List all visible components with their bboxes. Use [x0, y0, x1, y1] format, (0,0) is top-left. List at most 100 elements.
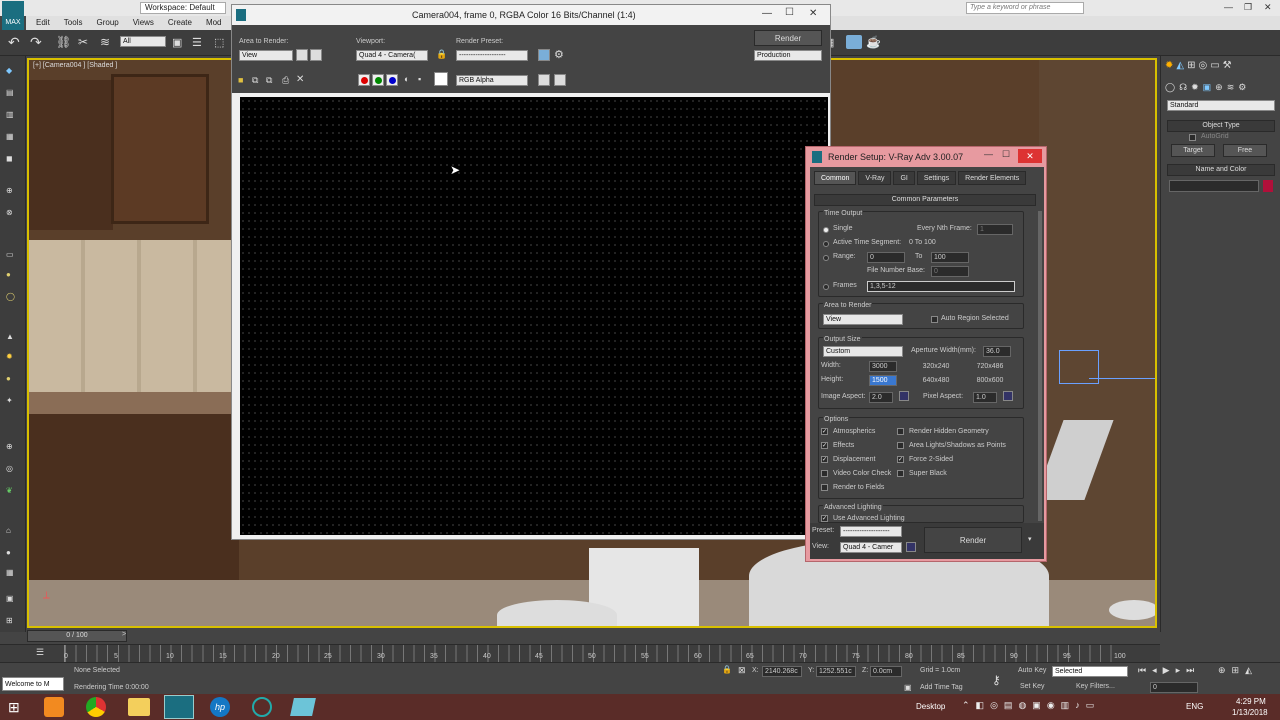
lights-icon[interactable]: ✹ — [1191, 82, 1199, 93]
minimize-icon[interactable]: — — [984, 149, 993, 159]
preset-720x486-button[interactable]: 720x486 — [965, 361, 1015, 372]
force-2-sided-checkbox[interactable]: ✓ — [897, 456, 904, 463]
goto-start-icon[interactable]: ⏮ — [1138, 665, 1146, 676]
zoom-all-icon[interactable]: ⊞ — [1232, 665, 1240, 676]
effects-checkbox[interactable]: ✓ — [821, 442, 828, 449]
hp-icon[interactable]: hp — [210, 697, 230, 717]
clock-date[interactable]: 1/13/2018 — [1232, 708, 1268, 717]
select-object-icon[interactable]: ▣ — [172, 36, 182, 49]
object-category-select[interactable]: Standard — [1167, 100, 1275, 111]
viewport-select[interactable]: Quad 4 - Camera( — [356, 50, 428, 61]
maximize-icon[interactable]: ☐ — [1002, 149, 1010, 160]
windows-start-icon[interactable]: ⊞ — [8, 699, 20, 716]
menu-views[interactable]: Views — [133, 16, 154, 30]
toggle-overlay-icon[interactable] — [554, 74, 566, 86]
common-params-rollout[interactable]: Common Parameters — [814, 194, 1036, 206]
modify-tab-icon[interactable]: ◭ — [1176, 60, 1184, 71]
tool-icon-5[interactable]: ◼ — [6, 154, 13, 163]
tab-render-elements[interactable]: Render Elements — [958, 171, 1027, 185]
tool-icon-9[interactable]: ✦ — [6, 396, 13, 405]
scrollbar[interactable] — [1038, 211, 1042, 521]
redo-icon[interactable]: ↷ — [30, 34, 42, 51]
lock-icon[interactable]: 🔒 — [436, 49, 447, 60]
volume-icon[interactable]: ♪ — [1075, 700, 1080, 711]
tray-icon[interactable]: ▣ — [1032, 700, 1041, 711]
play-icon[interactable]: ▶ — [1163, 665, 1170, 676]
displacement-checkbox[interactable]: ✓ — [821, 456, 828, 463]
atmospherics-checkbox[interactable]: ✓ — [821, 428, 828, 435]
lock-selection-icon[interactable]: 🔒 — [722, 665, 732, 674]
light-icon[interactable]: ✹ — [6, 352, 13, 361]
auto-region-icon[interactable] — [310, 49, 322, 61]
image-aspect-input[interactable]: 2.0 — [869, 392, 893, 403]
use-advanced-lighting-checkbox[interactable]: ✓ — [821, 515, 828, 522]
current-frame-input[interactable]: 0 — [1150, 682, 1198, 693]
close-button[interactable]: ✕ — [1018, 149, 1042, 163]
workspace-selector[interactable]: Workspace: Default — [140, 2, 226, 14]
tool-icon-4[interactable]: ▦ — [6, 132, 14, 141]
unlink-icon[interactable]: ✂ — [78, 35, 88, 49]
prev-frame-icon[interactable]: ◂ — [1152, 665, 1157, 676]
z-coordinate[interactable]: 0.0cm — [870, 666, 902, 677]
range-to-input[interactable]: 100 — [931, 252, 969, 263]
render-button[interactable]: Render — [924, 527, 1022, 553]
minimize-icon[interactable]: — — [762, 8, 772, 19]
toggle-ui-icon[interactable] — [538, 74, 550, 86]
tool-icon-6[interactable]: ⊕ — [6, 186, 13, 195]
tool-icon-14[interactable]: ● — [6, 548, 11, 557]
battery-icon[interactable]: ▭ — [1086, 700, 1095, 711]
tool-icon-2[interactable]: ▤ — [6, 88, 14, 97]
tool-icon-11[interactable]: ◎ — [6, 464, 13, 473]
print-icon[interactable]: ⎙ — [282, 75, 289, 86]
time-tag-icon[interactable]: ▣ — [904, 683, 912, 692]
every-nth-input[interactable]: 1 — [977, 224, 1013, 235]
tool-icon-16[interactable]: ▣ — [6, 594, 14, 603]
alpha-channel-icon[interactable]: ◐ — [404, 74, 409, 84]
track-bar-menu-icon[interactable]: ☰ — [36, 647, 44, 658]
tray-icon[interactable]: ◉ — [1047, 700, 1055, 711]
close-icon[interactable]: ✕ — [809, 8, 817, 19]
tool-icon-17[interactable]: ⊞ — [6, 616, 13, 625]
range-from-input[interactable]: 0 — [867, 252, 905, 263]
absolute-mode-icon[interactable]: ⊠ — [738, 665, 746, 676]
bind-icon[interactable]: ≋ — [100, 35, 110, 49]
save-image-icon[interactable]: ■ — [238, 75, 243, 85]
key-icon[interactable]: ⚷ — [992, 673, 1001, 687]
cone-icon[interactable]: ▲ — [6, 332, 14, 341]
render-fields-checkbox[interactable] — [821, 484, 828, 491]
height-input[interactable]: 1500 — [869, 375, 897, 386]
tab-gi[interactable]: GI — [893, 171, 915, 185]
select-by-name-icon[interactable]: ☰ — [192, 36, 202, 49]
y-coordinate[interactable]: 1252.551c — [816, 666, 856, 677]
tool-icon-13[interactable]: ⌂ — [6, 526, 11, 535]
close-icon[interactable]: ✕ — [1264, 2, 1272, 13]
super-black-checkbox[interactable] — [897, 470, 904, 477]
area-to-render-select[interactable]: View — [823, 314, 903, 325]
render-options-chevron-icon[interactable]: ▾ — [1028, 535, 1032, 543]
tab-vray[interactable]: V-Ray — [858, 171, 892, 185]
taskbar-app-1[interactable] — [44, 697, 64, 717]
object-name-input[interactable] — [1169, 180, 1259, 192]
menu-group[interactable]: Group — [96, 16, 118, 30]
goto-end-icon[interactable]: ⏭ — [1186, 665, 1194, 676]
undo-icon[interactable]: ↶ — [8, 34, 20, 51]
render-hidden-checkbox[interactable] — [897, 428, 904, 435]
preset-800x600-button[interactable]: 800x600 — [965, 375, 1015, 386]
area-lights-checkbox[interactable] — [897, 442, 904, 449]
tool-icon-7[interactable]: ⊗ — [6, 208, 13, 217]
hierarchy-tab-icon[interactable]: ⊞ — [1187, 60, 1195, 71]
zoom-icon[interactable]: ⊕ — [1218, 665, 1226, 676]
object-color-swatch[interactable] — [1263, 180, 1273, 192]
cameras-icon[interactable]: ▣ — [1203, 82, 1212, 93]
display-tab-icon[interactable]: ▭ — [1210, 60, 1219, 71]
tab-common[interactable]: Common — [814, 171, 857, 185]
chrome-icon[interactable] — [86, 697, 106, 717]
tool-icon-1[interactable]: ◆ — [6, 66, 12, 75]
tray-icon[interactable]: ◍ — [1018, 700, 1026, 711]
channel-display-select[interactable]: RGB Alpha — [456, 75, 528, 86]
file-explorer-icon[interactable] — [128, 698, 150, 716]
render-setup-icon[interactable] — [846, 35, 862, 49]
time-slider[interactable]: 0 / 100 — [27, 630, 127, 642]
render-mode-select[interactable]: Production — [754, 50, 822, 61]
view-select[interactable]: Quad 4 - Camer — [840, 542, 902, 553]
